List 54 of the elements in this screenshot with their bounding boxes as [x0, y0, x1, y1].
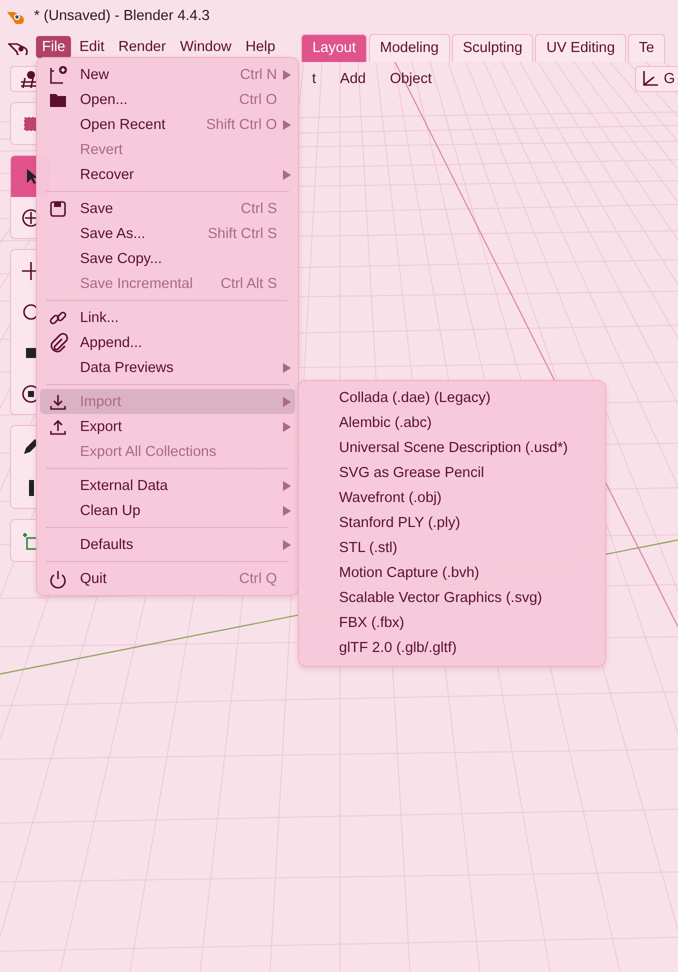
menu-item[interactable]: Scalable Vector Graphics (.svg)	[307, 585, 597, 610]
menu-item[interactable]: Motion Capture (.bvh)	[307, 560, 597, 585]
viewport-menu[interactable]: Add	[336, 69, 370, 89]
menu-bar-item[interactable]: Help	[240, 36, 282, 58]
menu-item[interactable]: Wavefront (.obj)	[307, 485, 597, 510]
menu-item[interactable]: SVG as Grease Pencil	[307, 460, 597, 485]
submenu-arrow-icon	[283, 120, 291, 130]
submenu-arrow-icon	[283, 396, 291, 406]
menu-item[interactable]: STL (.stl)	[307, 535, 597, 560]
menu-item[interactable]: Export	[40, 414, 295, 439]
power-icon	[48, 568, 68, 588]
workspace-tab[interactable]: Modeling	[368, 34, 450, 62]
menu-item[interactable]: FBX (.fbx)	[307, 610, 597, 635]
menu-item[interactable]: Open Recent Shift Ctrl O	[40, 112, 295, 137]
menu-item[interactable]: Stanford PLY (.ply)	[307, 510, 597, 535]
menu-item[interactable]: External Data	[40, 473, 295, 498]
menu-bar-item[interactable]: File	[36, 36, 72, 58]
menu-item[interactable]: Quit Ctrl Q	[40, 566, 295, 591]
new-file-icon	[48, 64, 68, 84]
menu-item[interactable]: Data Previews	[40, 355, 295, 380]
menu-item[interactable]: Alembic (.abc)	[307, 410, 597, 435]
cursor-icon	[26, 168, 36, 185]
menu-bar-item[interactable]: Edit	[73, 36, 110, 58]
viewport-menu[interactable]: t	[308, 69, 320, 89]
menu-item[interactable]: Link...	[40, 305, 295, 330]
workspace-tab[interactable]: Layout	[301, 34, 367, 62]
menu-item[interactable]: Collada (.dae) (Legacy)	[307, 385, 597, 410]
menu-item[interactable]: glTF 2.0 (.glb/.gltf)	[307, 635, 597, 660]
menu-item[interactable]: Clean Up	[40, 498, 295, 523]
menu-item[interactable]: Defaults	[40, 532, 295, 557]
submenu-arrow-icon	[283, 170, 291, 180]
menu-item[interactable]: Save As... Shift Ctrl S	[40, 221, 295, 246]
viewport-menu[interactable]: Object	[386, 69, 436, 89]
workspace-tab[interactable]: Sculpting	[452, 34, 534, 62]
workspace-tab[interactable]: UV Editing	[535, 34, 626, 62]
menu-bar-item[interactable]: Window	[174, 36, 238, 58]
menu-item[interactable]: Save Copy...	[40, 246, 295, 271]
menu-item[interactable]: New Ctrl N	[40, 62, 295, 87]
submenu-arrow-icon	[283, 480, 291, 490]
menu-item[interactable]: Append...	[40, 330, 295, 355]
submenu-arrow-icon	[283, 540, 291, 550]
menu-item[interactable]: Save Ctrl S	[40, 196, 295, 221]
transform-orientation-button[interactable]: G	[634, 66, 678, 92]
paperclip-icon	[48, 332, 68, 352]
window-title: * (Unsaved) - Blender 4.4.3	[34, 8, 210, 24]
submenu-arrow-icon	[283, 70, 291, 80]
submenu-arrow-icon	[283, 362, 291, 372]
submenu-arrow-icon	[283, 506, 291, 516]
submenu-arrow-icon	[283, 422, 291, 432]
menu-item[interactable]: Recover	[40, 162, 295, 187]
menu-item[interactable]: Universal Scene Description (.usd*)	[307, 435, 597, 460]
workspace-tab[interactable]: Te	[628, 34, 666, 62]
menu-item[interactable]: Open... Ctrl O	[40, 87, 295, 112]
menu-bar-item[interactable]: Render	[112, 36, 172, 58]
